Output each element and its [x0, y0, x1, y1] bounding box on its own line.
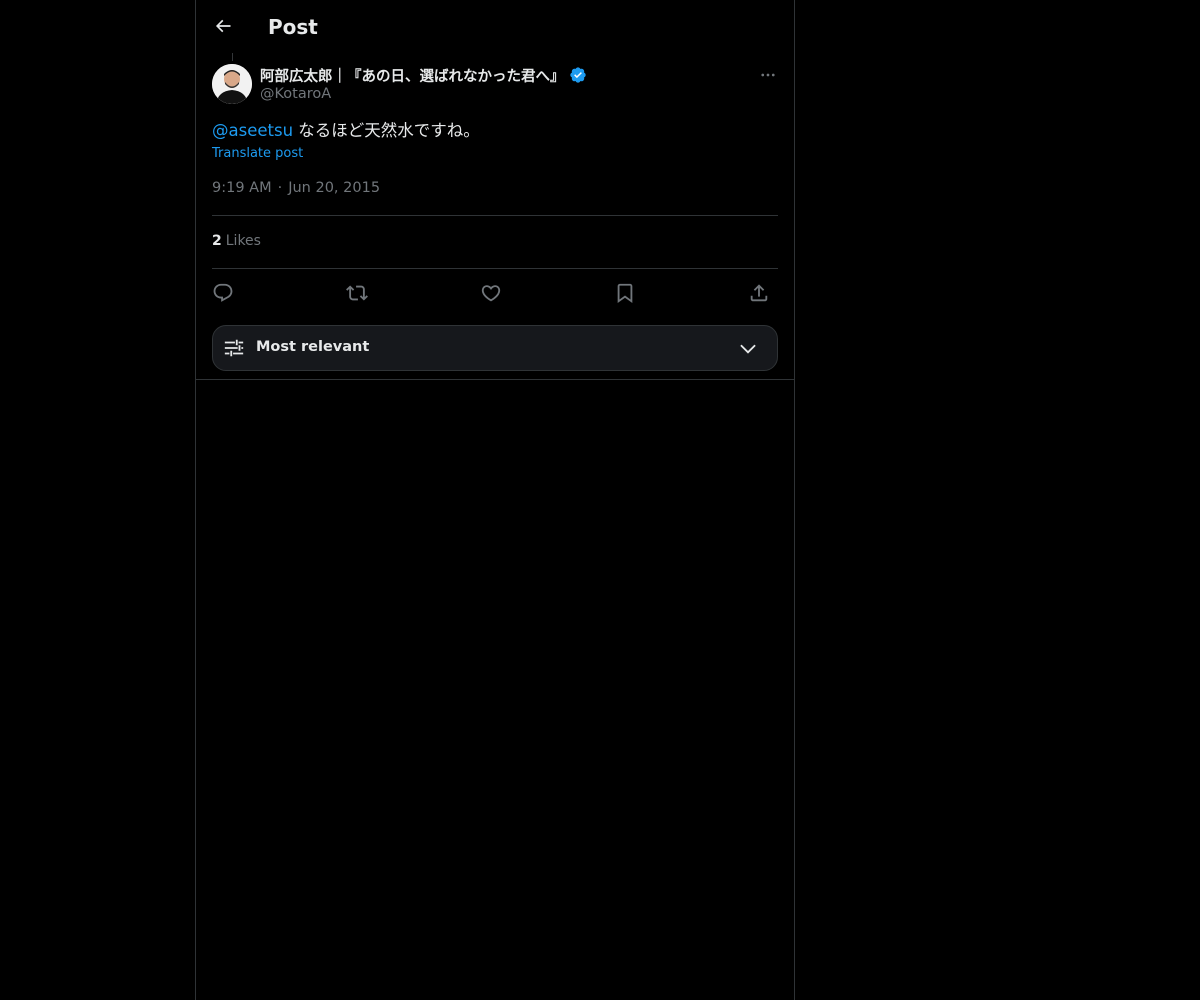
- timestamp[interactable]: 9:19 AM · Jun 20, 2015: [212, 180, 380, 196]
- tweet-time: 9:19 AM: [212, 180, 272, 196]
- action-bar: [212, 280, 778, 306]
- avatar-image: [212, 64, 252, 104]
- thread-connector-line: [232, 53, 233, 61]
- sliders-icon: [224, 339, 244, 357]
- repost-button[interactable]: [344, 280, 370, 306]
- page-title: Post: [268, 15, 318, 39]
- header: Post: [196, 0, 794, 53]
- likes-count[interactable]: 2 Likes: [212, 233, 261, 249]
- reply-button[interactable]: [210, 280, 236, 306]
- arrow-left-icon: [215, 19, 231, 33]
- likes-label: Likes: [225, 233, 261, 249]
- tweet-text: @aseetsu なるほど天然水ですね。: [212, 119, 480, 143]
- translate-post-link[interactable]: Translate post: [212, 146, 303, 161]
- heart-icon: [481, 285, 501, 302]
- divider: [212, 215, 778, 216]
- author-name-row: 阿部広太郎｜『あの日、選ばれなかった君へ』: [260, 64, 587, 86]
- verified-badge-icon: [569, 66, 587, 84]
- sort-replies-dropdown[interactable]: Most relevant: [212, 325, 778, 371]
- sort-label: Most relevant: [256, 339, 370, 355]
- like-button[interactable]: [478, 280, 504, 306]
- tweet-body: なるほど天然水ですね。: [293, 121, 480, 140]
- more-options-button[interactable]: [756, 64, 780, 86]
- author-handle[interactable]: @KotaroA: [260, 86, 331, 102]
- divider: [212, 268, 778, 269]
- likes-number: 2: [212, 233, 222, 249]
- share-icon: [750, 284, 768, 302]
- avatar[interactable]: [212, 64, 252, 104]
- mention-link[interactable]: @aseetsu: [212, 121, 293, 140]
- divider: [196, 379, 794, 380]
- more-horizontal-icon: [761, 73, 775, 77]
- repost-icon: [346, 285, 368, 301]
- timestamp-separator: ·: [277, 180, 283, 196]
- back-button[interactable]: [208, 11, 238, 41]
- main-column: Post 阿部広太郎｜『あの日、選ばれなかった君へ』 @KotaroA @ase…: [195, 0, 795, 1000]
- bookmark-icon: [617, 283, 633, 304]
- reply-icon: [213, 283, 233, 302]
- tweet-date: Jun 20, 2015: [288, 180, 381, 196]
- author-name[interactable]: 阿部広太郎｜『あの日、選ばれなかった君へ』: [260, 65, 565, 86]
- chevron-down-icon: [740, 344, 756, 354]
- bookmark-button[interactable]: [612, 280, 638, 306]
- share-button[interactable]: [746, 280, 772, 306]
